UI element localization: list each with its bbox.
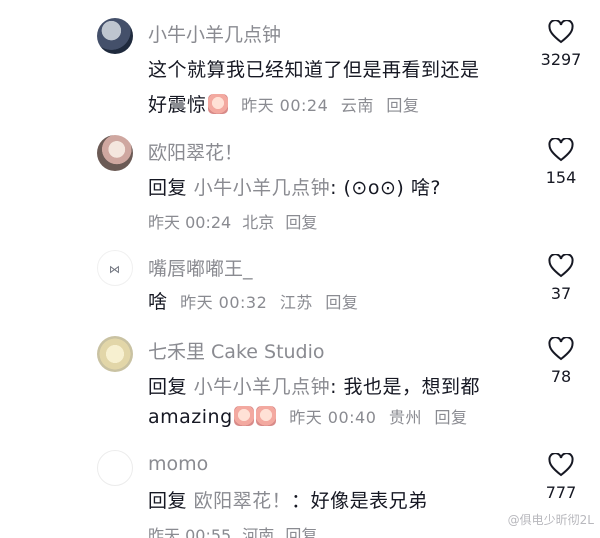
comment-list: 小牛小羊几点钟 这个就算我已经知道了但是再看到还是 好震惊 昨天 00:24 云…: [0, 0, 600, 538]
heart-outline-icon: [548, 254, 574, 278]
comment-meta: 昨天 00:55 河南 回复: [148, 522, 323, 538]
avatar[interactable]: ⋈: [97, 250, 133, 286]
like-count: 3297: [540, 50, 582, 69]
comment-text-line: 回复 小牛小羊几点钟: (⊙o⊙) 啥?: [148, 173, 441, 200]
comment-text: : (⊙o⊙) 啥?: [330, 177, 441, 199]
emoji-icon: [233, 406, 254, 426]
comment-time: 昨天 00:24: [148, 213, 232, 232]
reply-label: 回复: [148, 490, 188, 512]
reply-target-username[interactable]: 欧阳翠花！: [194, 490, 292, 512]
comment-item: 欧阳翠花！ 回复 小牛小羊几点钟: (⊙o⊙) 啥? 昨天 00:24 北京 回…: [0, 130, 600, 240]
comment-item: 七禾里 Cake Studio 回复 小牛小羊几点钟: 我也是，想到都 amaz…: [0, 330, 600, 440]
emoji-icon: [255, 406, 276, 426]
comment-time: 昨天 00:32: [180, 293, 268, 312]
comment-text-line: 回复 欧阳翠花！：好像是表兄弟: [148, 486, 428, 513]
comment-text-line2: 好震惊 昨天 00:24 云南 回复: [148, 90, 419, 117]
comment-item: ⋈ 嘴唇嘟嘟王_ 啥 昨天 00:32 江苏 回复 37: [0, 240, 600, 330]
like-button[interactable]: 154: [538, 138, 584, 187]
comment-text: ：好像是表兄弟: [291, 490, 428, 512]
comment-time: 昨天 00:24: [241, 96, 329, 115]
comment-time: 昨天 00:55: [148, 526, 232, 538]
comment-text: 这个就算我已经知道了但是再看到还是: [148, 59, 480, 81]
comment-location: 北京: [242, 213, 275, 232]
comment-location: 河南: [242, 526, 275, 538]
comment-username[interactable]: 小牛小羊几点钟: [148, 20, 281, 47]
like-button[interactable]: 777: [538, 453, 584, 502]
comment-time: 昨天 00:40: [289, 408, 377, 427]
heart-outline-icon: [548, 453, 574, 477]
comment-location: 贵州: [388, 408, 422, 427]
comment-text: 好震惊: [148, 94, 207, 116]
reply-button[interactable]: 回复: [325, 293, 358, 312]
reply-button[interactable]: 回复: [435, 408, 468, 427]
watermark: @俱电少昕彻2L: [507, 513, 594, 527]
comment-meta: 昨天 00:24 北京 回复: [148, 209, 323, 233]
like-button[interactable]: 78: [538, 337, 584, 386]
emoji-icon: [207, 94, 228, 114]
like-button[interactable]: 3297: [538, 20, 584, 69]
comment-text: amazing: [148, 406, 233, 428]
comment-text: : 我也是，想到都: [330, 376, 481, 398]
avatar[interactable]: [97, 336, 133, 372]
comment-text-line: 啥 昨天 00:32 江苏 回复: [148, 287, 358, 314]
comment-username[interactable]: momo: [148, 453, 208, 475]
like-count: 154: [545, 168, 577, 187]
reply-button[interactable]: 回复: [285, 213, 317, 232]
comment-text-line: 回复 小牛小羊几点钟: 我也是，想到都: [148, 372, 480, 399]
reply-target-username[interactable]: 小牛小羊几点钟: [194, 376, 331, 398]
bow-icon: ⋈: [109, 263, 120, 276]
comment-text-line2: amazing 昨天 00:40 贵州 回复: [148, 404, 468, 428]
comment-item: 小牛小羊几点钟 这个就算我已经知道了但是再看到还是 好震惊 昨天 00:24 云…: [0, 0, 600, 130]
comment-username[interactable]: 嘴唇嘟嘟王_: [148, 254, 253, 281]
comment-username[interactable]: 七禾里 Cake Studio: [148, 337, 325, 364]
reply-button[interactable]: 回复: [386, 96, 419, 115]
like-count: 78: [550, 367, 572, 386]
reply-button[interactable]: 回复: [285, 526, 317, 538]
heart-outline-icon: [548, 20, 574, 44]
comment-location: 江苏: [279, 293, 313, 312]
avatar[interactable]: [97, 135, 133, 171]
comment-username[interactable]: 欧阳翠花！: [148, 138, 243, 165]
comment-location: 云南: [340, 96, 374, 115]
heart-outline-icon: [548, 138, 574, 162]
avatar[interactable]: [97, 450, 133, 486]
comment-text: 啥: [148, 291, 168, 313]
heart-outline-icon: [548, 337, 574, 361]
like-button[interactable]: 37: [538, 254, 584, 303]
reply-label: 回复: [148, 376, 188, 398]
reply-label: 回复: [148, 177, 188, 199]
reply-target-username[interactable]: 小牛小羊几点钟: [194, 177, 331, 199]
avatar[interactable]: [97, 18, 133, 54]
like-count: 37: [550, 284, 572, 303]
like-count: 777: [545, 483, 577, 502]
